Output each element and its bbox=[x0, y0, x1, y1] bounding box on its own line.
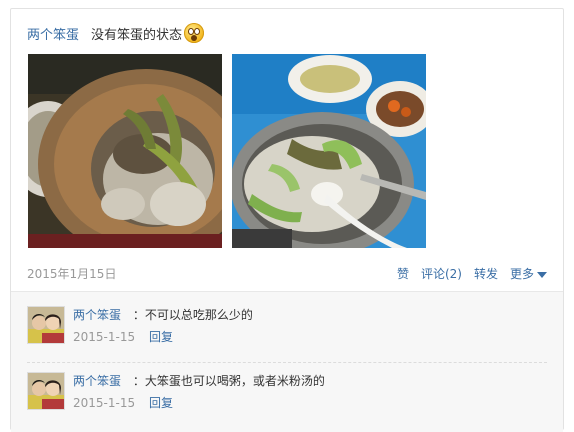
comment-divider bbox=[27, 362, 547, 363]
comment-line: 两个笨蛋 ：大笨蛋也可以喝粥，或者米粉汤的 bbox=[73, 372, 325, 389]
more-button[interactable]: 更多 bbox=[510, 265, 547, 282]
post-date: 2015年1月15日 bbox=[27, 267, 117, 281]
comment-date: 2015-1-15 bbox=[73, 330, 136, 344]
post-author-link[interactable]: 两个笨蛋 bbox=[27, 24, 79, 43]
post-status-text: 没有笨蛋的状态 bbox=[91, 27, 183, 43]
comment-meta: 2015-1-15 回复 bbox=[73, 394, 173, 411]
post-meta: 2015年1月15日 赞 评论(2) 转发 更多 bbox=[27, 263, 547, 281]
reply-button[interactable]: 回复 bbox=[149, 330, 173, 344]
comment-author-link[interactable]: 两个笨蛋 bbox=[73, 374, 121, 388]
comment-list: 两个笨蛋 ：不可以总吃那么少的 2015-1-15 回复 两个笨蛋 ：大笨蛋也可… bbox=[11, 291, 563, 432]
comment-text: ：不可以总吃那么少的 bbox=[133, 308, 253, 322]
surprised-face-icon bbox=[184, 23, 205, 43]
like-button[interactable]: 赞 bbox=[397, 265, 409, 282]
comment-author-link[interactable]: 两个笨蛋 bbox=[73, 308, 121, 322]
comment-item: 两个笨蛋 ：大笨蛋也可以喝粥，或者米粉汤的 2015-1-15 回复 bbox=[27, 368, 547, 428]
comment-separator: ： bbox=[132, 374, 145, 388]
avatar[interactable] bbox=[27, 372, 65, 410]
post-actions: 赞 评论(2) 转发 更多 bbox=[397, 265, 547, 282]
comment-body: 大笨蛋也可以喝粥，或者米粉汤的 bbox=[144, 374, 325, 388]
comment-body: 不可以总吃那么少的 bbox=[144, 308, 253, 322]
reply-button[interactable]: 回复 bbox=[149, 396, 173, 410]
comment-meta: 2015-1-15 回复 bbox=[73, 328, 173, 345]
more-label: 更多 bbox=[509, 267, 534, 281]
comment-button[interactable]: 评论(2) bbox=[421, 265, 462, 282]
post-photo-1[interactable] bbox=[28, 54, 222, 248]
comment-item: 两个笨蛋 ：不可以总吃那么少的 2015-1-15 回复 bbox=[27, 302, 547, 362]
chevron-down-icon bbox=[537, 271, 547, 278]
post-header: 两个笨蛋 没有笨蛋的状态 bbox=[27, 23, 205, 43]
post-card: 两个笨蛋 没有笨蛋的状态 2015年1月15日 赞 评论(2) 转发 更多 两个… bbox=[10, 8, 564, 432]
comment-separator: ： bbox=[132, 308, 145, 322]
comment-text: ：大笨蛋也可以喝粥，或者米粉汤的 bbox=[133, 374, 325, 388]
comment-line: 两个笨蛋 ：不可以总吃那么少的 bbox=[73, 306, 253, 323]
comment-date: 2015-1-15 bbox=[73, 396, 136, 410]
share-button[interactable]: 转发 bbox=[474, 265, 498, 282]
post-photo-2[interactable] bbox=[232, 54, 426, 248]
avatar[interactable] bbox=[27, 306, 65, 344]
